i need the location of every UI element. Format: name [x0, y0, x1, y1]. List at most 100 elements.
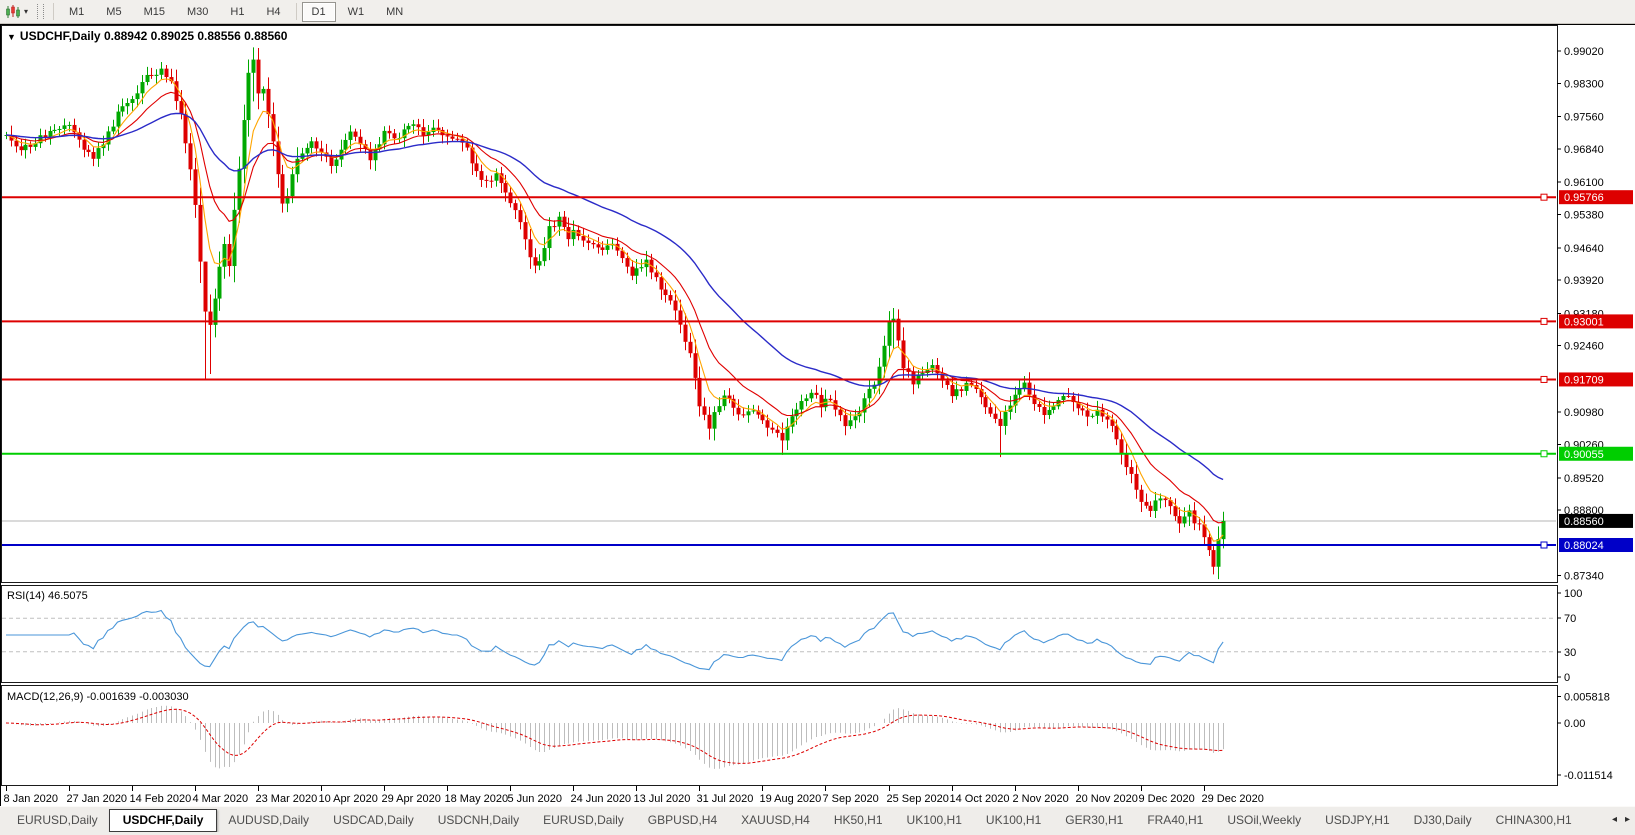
candlestick-chart-icon: [5, 4, 21, 19]
date-tick-label: 13 Jul 2020: [634, 793, 691, 805]
price-label-0.93001: 0.93001: [1559, 314, 1633, 329]
timeframe-button-w1[interactable]: W1: [338, 2, 375, 22]
price-tick-label: 0.97560: [1564, 112, 1604, 124]
timeframe-button-m5[interactable]: M5: [96, 2, 131, 22]
date-tick-label: 25 Sep 2020: [887, 793, 949, 805]
chart-tab-bar: EURUSD,Daily USDCHF,Daily AUDUSD,Daily USDC…: [0, 806, 1635, 835]
date-tick-label: 29 Dec 2020: [1202, 793, 1264, 805]
price-label-0.95766: 0.95766: [1559, 190, 1633, 205]
price-axis: 0.99020 0.98300 0.97560 0.96840 0.96100 0.953…: [1557, 46, 1604, 583]
chart-tab-xauusd-h4[interactable]: XAUUSD,H4: [730, 809, 821, 830]
main-pane: [1, 25, 1558, 583]
date-tick-label: 29 Apr 2020: [382, 793, 441, 805]
date-tick-label: 24 Jun 2020: [571, 793, 632, 805]
chart-tab-audusd-daily[interactable]: AUDUSD,Daily: [217, 809, 320, 830]
price-label-0.90055: 0.90055: [1559, 446, 1633, 461]
chart-tab-gbpusd-h4[interactable]: GBPUSD,H4: [637, 809, 728, 830]
svg-text:0.95766: 0.95766: [1564, 192, 1604, 204]
price-tick-label: 0.99020: [1564, 46, 1604, 58]
svg-text:0.93001: 0.93001: [1564, 316, 1604, 328]
chart-canvas[interactable]: 0.99020 0.98300 0.97560 0.96840 0.96100 0.953…: [1, 25, 1634, 805]
date-tick-label: 19 Aug 2020: [760, 793, 822, 805]
hline-handle[interactable]: [1540, 541, 1548, 549]
timeframe-button-m1[interactable]: M1: [59, 2, 94, 22]
chart-tab-dj30-daily[interactable]: DJ30,Daily: [1403, 809, 1483, 830]
price-tick-label: 0.90980: [1564, 407, 1604, 419]
chart-tab-ger30-h1[interactable]: GER30,H1: [1054, 809, 1134, 830]
date-tick-label: 23 Mar 2020: [256, 793, 318, 805]
date-tick-label: 27 Jan 2020: [67, 793, 128, 805]
timeframe-button-m15[interactable]: M15: [134, 2, 175, 22]
toolbar: ▾ M1 M5 M15 M30 H1 H4 D1 W1 MN: [0, 0, 1635, 24]
date-tick-label: 31 Jul 2020: [697, 793, 754, 805]
date-tick-label: 7 Sep 2020: [823, 793, 879, 805]
rsi-axis-label: 0: [1564, 672, 1570, 684]
timeframe-button-m30[interactable]: M30: [177, 2, 218, 22]
chart-tab-usdjpy-h1[interactable]: USDJPY,H1: [1314, 809, 1400, 830]
price-tick-label: 0.93920: [1564, 275, 1604, 287]
price-tick-label: 0.89520: [1564, 473, 1604, 485]
chart-tab-usdcad-daily[interactable]: USDCAD,Daily: [322, 809, 425, 830]
timeframe-buttons: M1 M5 M15 M30 H1 H4 D1 W1 MN: [49, 1, 414, 22]
macd-axis-label: 0.005818: [1564, 692, 1610, 704]
rsi-pane: [1, 585, 1558, 683]
macd-axis-label: -0.011514: [1564, 770, 1613, 782]
hline-handle[interactable]: [1540, 375, 1548, 383]
chart-tab-hk50-h1[interactable]: HK50,H1: [823, 809, 894, 830]
svg-text:0.88024: 0.88024: [1564, 540, 1604, 552]
chart-type-dropdown-arrow-icon[interactable]: ▾: [24, 7, 28, 16]
price-tick-label: 0.95380: [1564, 210, 1604, 222]
date-tick-label: 4 Mar 2020: [193, 793, 249, 805]
hline-handle[interactable]: [1540, 193, 1548, 201]
rsi-axis-label: 30: [1564, 647, 1576, 659]
tab-scroll-buttons: ◂ ▸: [1612, 815, 1630, 825]
chart-tab-usdchf-daily[interactable]: USDCHF,Daily: [108, 809, 218, 832]
timeframe-button-mn[interactable]: MN: [376, 2, 413, 22]
rsi-axis-label: 70: [1564, 613, 1576, 625]
date-tick-label: 8 Jan 2020: [4, 793, 58, 805]
timeframe-button-h1[interactable]: H1: [220, 2, 254, 22]
price-tick-label: 0.94640: [1564, 243, 1604, 255]
chart-tab-fra40-h1[interactable]: FRA40,H1: [1136, 809, 1214, 830]
chart-type-button[interactable]: ▾: [0, 2, 32, 22]
timeframe-button-d1[interactable]: D1: [301, 1, 336, 22]
chart-tab-usdcnh-daily[interactable]: USDCNH,Daily: [427, 809, 530, 830]
tab-scroll-left-icon[interactable]: ◂: [1612, 815, 1617, 825]
chart-tab-usoil-[interactable]: USOil,: [1585, 809, 1597, 830]
date-tick-label: 14 Feb 2020: [130, 793, 192, 805]
hline-handle[interactable]: [1540, 450, 1548, 458]
price-label-0.88560: 0.88560: [1559, 513, 1633, 528]
toolbar-grip: [37, 4, 45, 19]
chart-tab-uk100-h1[interactable]: UK100,H1: [975, 809, 1052, 830]
chart-tab-eurusd-daily[interactable]: EURUSD,Daily: [532, 809, 635, 830]
price-tick-label: 0.96840: [1564, 144, 1604, 156]
chart-tabs: EURUSD,Daily USDCHF,Daily AUDUSD,Daily USDC…: [6, 809, 1596, 832]
date-axis: 8 Jan 2020 27 Jan 2020 14 Feb 2020 4 Mar 20…: [4, 786, 1264, 805]
date-tick-label: 18 May 2020: [445, 793, 509, 805]
tab-scroll-right-icon[interactable]: ▸: [1625, 815, 1630, 825]
chart-tab-uk100-h1[interactable]: UK100,H1: [896, 809, 973, 830]
price-label-0.88024: 0.88024: [1559, 538, 1633, 553]
price-label-0.91709: 0.91709: [1559, 372, 1633, 387]
trading-app: { "icons": { "collapse_arrow": "▼", "dro…: [0, 0, 1635, 835]
date-tick-label: 10 Apr 2020: [319, 793, 378, 805]
price-tick-label: 0.92460: [1564, 341, 1604, 353]
price-tick-label: 0.96100: [1564, 177, 1604, 189]
chart-tab-eurusd-daily[interactable]: EURUSD,Daily: [6, 809, 109, 830]
hline-handle[interactable]: [1540, 317, 1548, 325]
date-tick-label: 2 Nov 2020: [1013, 793, 1069, 805]
price-tick-label: 0.98300: [1564, 78, 1604, 90]
svg-text:0.88560: 0.88560: [1564, 516, 1604, 528]
macd-axis-label: 0.00: [1564, 718, 1585, 730]
date-tick-label: 5 Jun 2020: [508, 793, 562, 805]
timeframe-button-h4[interactable]: H4: [256, 2, 290, 22]
svg-text:0.91709: 0.91709: [1564, 374, 1604, 386]
date-tick-label: 20 Nov 2020: [1076, 793, 1138, 805]
chart-tab-usoil-weekly[interactable]: USOil,Weekly: [1216, 809, 1312, 830]
price-tick-label: 0.87340: [1564, 571, 1604, 583]
chart-window: 0.99020 0.98300 0.97560 0.96840 0.96100 0.953…: [0, 24, 1635, 808]
date-tick-label: 14 Oct 2020: [950, 793, 1010, 805]
rsi-axis-label: 100: [1564, 588, 1582, 600]
chart-tab-china300-h1[interactable]: CHINA300,H1: [1485, 809, 1583, 830]
date-tick-label: 9 Dec 2020: [1139, 793, 1195, 805]
